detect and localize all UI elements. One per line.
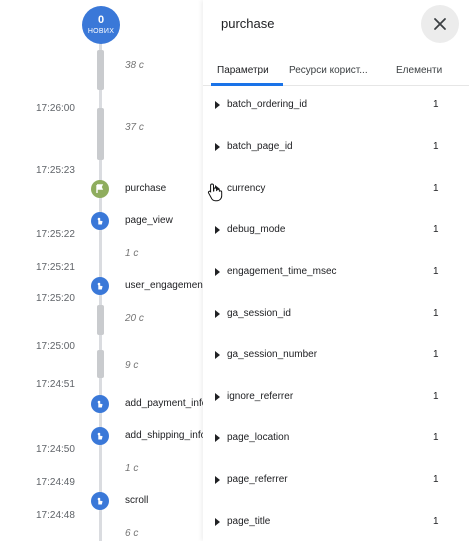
param-row-page-title[interactable]: page_title 1 — [203, 514, 469, 534]
param-name: page_title — [227, 516, 271, 527]
param-row-batch-page-id[interactable]: batch_page_id 1 — [203, 139, 469, 159]
active-tab-indicator — [211, 83, 283, 86]
tab-parameters[interactable]: Параметри — [217, 65, 269, 76]
timeline-gap-segment — [97, 108, 104, 160]
expand-arrow-icon — [215, 143, 220, 151]
event-purchase[interactable]: purchase — [125, 183, 203, 194]
timestamp: 17:24:49 — [36, 477, 75, 488]
param-row-ga-session-id[interactable]: ga_session_id 1 — [203, 306, 469, 326]
touch-icon[interactable] — [91, 277, 109, 295]
touch-icon[interactable] — [91, 212, 109, 230]
param-name: batch_page_id — [227, 141, 293, 152]
param-name: page_referrer — [227, 474, 288, 485]
expand-arrow-icon — [215, 518, 220, 526]
touch-icon[interactable] — [91, 395, 109, 413]
event-add-payment-info[interactable]: add_payment_info — [125, 398, 203, 409]
expand-arrow-icon — [215, 351, 220, 359]
timestamp: 17:25:20 — [36, 293, 75, 304]
expand-arrow-icon — [215, 101, 220, 109]
new-events-count: 0 — [97, 14, 105, 26]
param-count: 1 — [433, 349, 439, 360]
gap-duration: 9 с — [125, 360, 139, 371]
param-row-engagement-time-msec[interactable]: engagement_time_msec 1 — [203, 264, 469, 284]
tab-bar: Параметри Ресурси корист... Елементи — [203, 58, 469, 86]
param-count: 1 — [433, 516, 439, 527]
gap-duration: 1 с — [125, 463, 139, 474]
debug-timeline: 0 НОВИХ 17:26:00 17:25:23 17:25:22 17:25… — [0, 0, 203, 541]
expand-arrow-icon — [215, 268, 220, 276]
event-details-panel: purchase Параметри Ресурси корист... Еле… — [203, 0, 469, 541]
timestamp: 17:24:48 — [36, 510, 75, 521]
param-count: 1 — [433, 224, 439, 235]
timeline-gap-segment — [97, 305, 104, 335]
gap-duration: 6 с — [125, 528, 139, 539]
event-add-shipping-info[interactable]: add_shipping_info — [125, 430, 203, 441]
expand-arrow-icon — [215, 434, 220, 442]
param-row-currency[interactable]: currency 1 — [203, 181, 469, 201]
expand-arrow-icon — [215, 476, 220, 484]
param-count: 1 — [433, 391, 439, 402]
expand-arrow-icon — [215, 226, 220, 234]
param-count: 1 — [433, 308, 439, 319]
expand-arrow-icon — [215, 393, 220, 401]
timeline-gap-segment — [97, 350, 104, 378]
hand-cursor-icon — [207, 183, 223, 202]
event-user-engagement[interactable]: user_engagement — [125, 280, 203, 291]
param-count: 1 — [433, 183, 439, 194]
param-name: ga_session_number — [227, 349, 318, 360]
param-count: 1 — [433, 266, 439, 277]
tab-items[interactable]: Елементи — [396, 65, 442, 76]
timeline-gap-segment — [97, 50, 104, 90]
panel-title: purchase — [221, 16, 275, 31]
close-icon — [434, 18, 446, 30]
touch-icon[interactable] — [91, 427, 109, 445]
expand-arrow-icon — [215, 310, 220, 318]
timestamp: 17:24:50 — [36, 444, 75, 455]
timestamp: 17:25:21 — [36, 262, 75, 273]
tab-user-properties[interactable]: Ресурси корист... — [289, 65, 368, 76]
param-row-ignore-referrer[interactable]: ignore_referrer 1 — [203, 389, 469, 409]
param-name: page_location — [227, 432, 290, 443]
new-events-badge[interactable]: 0 НОВИХ — [82, 6, 120, 44]
timestamp: 17:26:00 — [36, 103, 75, 114]
param-row-ga-session-number[interactable]: ga_session_number 1 — [203, 347, 469, 367]
timestamp: 17:25:23 — [36, 165, 75, 176]
gap-duration: 38 с — [125, 60, 144, 71]
param-count: 1 — [433, 141, 439, 152]
param-row-debug-mode[interactable]: debug_mode 1 — [203, 222, 469, 242]
param-count: 1 — [433, 474, 439, 485]
event-scroll[interactable]: scroll — [125, 495, 203, 506]
param-row-page-referrer[interactable]: page_referrer 1 — [203, 472, 469, 492]
new-events-label: НОВИХ — [87, 28, 115, 35]
param-name: ignore_referrer — [227, 391, 294, 402]
close-button[interactable] — [421, 5, 459, 43]
gap-duration: 37 с — [125, 122, 144, 133]
param-row-page-location[interactable]: page_location 1 — [203, 430, 469, 450]
param-name: currency — [227, 183, 266, 194]
flag-icon[interactable] — [91, 180, 109, 198]
event-page-view[interactable]: page_view — [125, 215, 203, 226]
param-count: 1 — [433, 99, 439, 110]
timestamp: 17:25:22 — [36, 229, 75, 240]
gap-duration: 20 с — [125, 313, 144, 324]
touch-icon[interactable] — [91, 492, 109, 510]
param-row-batch-ordering-id[interactable]: batch_ordering_id 1 — [203, 97, 469, 117]
param-name: ga_session_id — [227, 308, 291, 319]
timestamp: 17:24:51 — [36, 379, 75, 390]
param-count: 1 — [433, 432, 439, 443]
gap-duration: 1 с — [125, 248, 139, 259]
timestamp: 17:25:00 — [36, 341, 75, 352]
param-name: engagement_time_msec — [227, 266, 337, 277]
param-name: batch_ordering_id — [227, 99, 308, 110]
param-name: debug_mode — [227, 224, 286, 235]
